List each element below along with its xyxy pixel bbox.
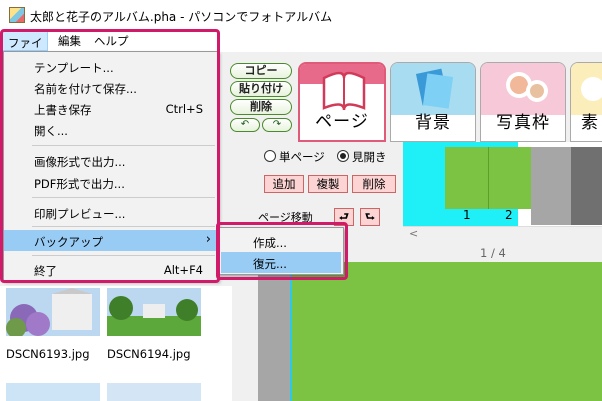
photo-filename-1: DSCN6193.jpg [6,347,90,361]
single-page-radio[interactable] [264,150,276,162]
strip-scrollbar[interactable] [403,226,602,242]
tab-background-label: 背景 [415,113,451,133]
tab-photo-frame-label: 写真枠 [496,113,550,133]
page-thumbnail-next[interactable] [571,147,602,225]
paste-button[interactable]: 貼り付け [230,81,292,97]
submenu-arrow-icon: › [205,232,211,247]
tab-page-label: ページ [315,112,369,132]
menu-edit[interactable]: 編集 [58,33,81,49]
menu-separator [32,145,215,146]
photo-thumbnail-3[interactable] [6,383,100,401]
delete-button[interactable]: 削除 [230,99,292,115]
menu-bar [0,30,602,52]
scroll-left-icon[interactable]: < [409,227,418,240]
spread-radio[interactable] [337,150,349,162]
redo-button[interactable]: ↷ [262,118,292,132]
menu-item-print-preview[interactable]: 印刷プレビュー... [4,202,217,223]
undo-button[interactable]: ↶ [230,118,260,132]
menu-file[interactable]: ファイル [2,31,48,66]
move-right-icon: ⮑ [365,210,375,223]
menu-item-export-pdf[interactable]: PDF形式で出力... [4,172,217,193]
menu-item-save-as[interactable]: 名前を付けて保存... [4,77,217,98]
tab-material[interactable]: 素 [570,62,602,142]
app-icon [9,7,25,23]
tab-background[interactable]: 背景 [390,62,476,142]
submenu-item-create[interactable]: 作成... [219,231,343,252]
page-number-1: 1 [463,208,471,222]
move-left-icon: ⮐ [339,210,349,223]
photo-thumbnail-4[interactable] [107,383,201,401]
page-thumbnail-spread[interactable] [445,147,531,209]
photo-thumbnail-2[interactable] [107,288,201,336]
delete-page-button[interactable]: 削除 [352,175,396,193]
add-page-button[interactable]: 追加 [264,175,304,193]
copy-button[interactable]: コピー [230,63,292,79]
photo-filename-2: DSCN6194.jpg [107,347,191,361]
move-page-left-button[interactable]: ⮐ [334,208,354,226]
menu-item-backup[interactable]: バックアップ › [4,230,217,251]
tab-material-label: 素 [581,113,599,133]
single-page-label: 単ページ [279,150,325,164]
menu-item-export-image[interactable]: 画像形式で出力... [4,150,217,171]
page-counter: 1 / 4 [480,246,506,260]
menu-separator [32,197,215,198]
page-move-label: ページ移動 [258,211,313,224]
menu-item-exit[interactable]: 終了 Alt+F4 [4,259,217,280]
page-thumbnail-gap [531,147,571,225]
menu-separator [32,226,215,227]
spread-label: 見開き [352,150,387,164]
backup-submenu: 作成... 復元... [218,227,344,275]
page-number-2: 2 [505,208,513,222]
submenu-item-restore[interactable]: 復元... [221,252,341,273]
tab-photo-frame[interactable]: 写真枠 [480,62,566,142]
album-canvas[interactable] [290,262,602,401]
photo-thumbnail-1[interactable] [6,288,100,336]
window-title: 太郎と花子のアルバム.pha - パソコンでフォトアルバム [30,10,333,24]
menu-item-save[interactable]: 上書き保存 Ctrl+S [4,98,217,119]
move-page-right-button[interactable]: ⮑ [360,208,380,226]
tab-page[interactable]: ページ [298,62,386,142]
menu-item-template[interactable]: テンプレート... [4,56,217,77]
menu-separator [32,255,215,256]
file-menu: テンプレート... 名前を付けて保存... 上書き保存 Ctrl+S 開く... … [3,51,218,281]
menu-item-open[interactable]: 開く... [4,119,217,140]
duplicate-page-button[interactable]: 複製 [308,175,348,193]
menu-help[interactable]: ヘルプ [94,33,129,49]
